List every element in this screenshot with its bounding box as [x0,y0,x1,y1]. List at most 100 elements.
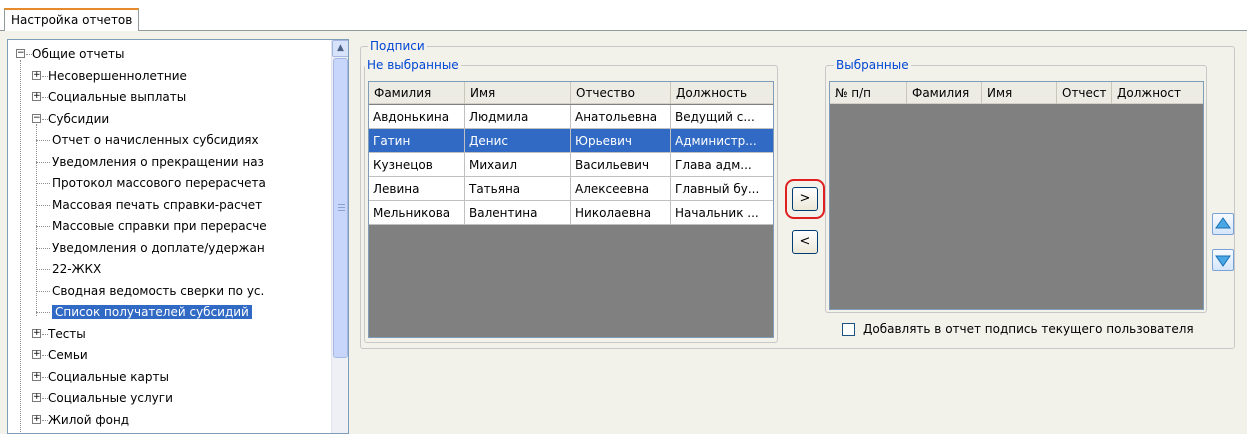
tree-connector [36,247,50,249]
tree-node-label: Список получателей субсидий [52,305,252,319]
tree-node[interactable]: Тесты [48,324,86,344]
table-row[interactable]: Мельникова Валентина Николаевна Начальник .… [369,201,773,225]
tree-node[interactable]: Протокол массового перерасчета [52,173,266,193]
tree-node[interactable]: Семьи [48,345,88,365]
expand-icon[interactable]: + [32,328,41,338]
column-header[interactable]: Должность [671,82,773,104]
table-cell: Главный бу... [671,177,773,201]
tree-node-label: Общие отчеты [32,47,125,61]
tree-node[interactable]: Социальные выплаты [48,87,186,107]
column-header[interactable]: Отчест [1057,82,1112,104]
table-cell: Юрьевич [571,129,671,153]
expand-icon[interactable]: + [32,393,41,402]
tree-node[interactable]: Массовые справки при перерасче [52,216,267,236]
table-cell: Авдонькина [369,105,465,129]
tree-node[interactable]: Жилой фонд [48,410,129,430]
table-cell: Николаевна [571,201,671,225]
tree-node[interactable]: Социальные карты [48,367,169,387]
selected-grid[interactable]: № п/п Фамилия Имя Отчест Должност [829,81,1204,310]
unselected-grid[interactable]: Фамилия Имя Отчество Должность Авдонькин… [368,81,774,338]
expand-icon[interactable]: + [32,371,41,381]
tree-guide [36,124,37,316]
column-header[interactable]: Должност [1112,82,1203,104]
table-row[interactable]: Гатин Денис Юрьевич Администр... [369,129,773,153]
expand-icon[interactable]: + [32,92,41,101]
tree-node-label: Сводная ведомость сверки по ус. [52,283,265,298]
table-cell: Татьяна [465,177,571,201]
add-current-user-label[interactable]: Добавлять в отчет подпись текущего польз… [863,322,1194,336]
tree-node-label: Отчет о начисленных субсидиях [52,133,259,147]
tree-node-label: Тесты [48,326,86,341]
table-row[interactable]: Левина Татьяна Алексеевна Главный бу... [369,177,773,201]
unselected-grid-header: Фамилия Имя Отчество Должность [369,82,773,104]
tree-node[interactable]: Сводная ведомость сверки по ус. [52,281,264,301]
table-cell: Кузнецов [369,153,465,177]
tree-node-label: Семьи [48,348,88,362]
tree-scrollbar[interactable]: ▲ [331,40,348,433]
tab-strip: Настройка отчетов [0,0,1247,32]
column-header[interactable]: Имя [982,82,1057,104]
table-cell: Ведущий с... [671,105,773,129]
expand-icon[interactable]: + [32,414,41,424]
table-cell: Денис [465,129,571,153]
tree-node[interactable]: Уведомления о доплате/удержан [52,238,265,258]
unselected-group-title: Не выбранные [365,58,461,72]
column-header[interactable]: Отчество [571,82,671,104]
table-cell: Мельникова [369,201,465,225]
selected-group-title: Выбранные [834,58,911,72]
column-header[interactable]: № п/п [830,82,907,104]
move-up-button[interactable] [1212,213,1234,235]
report-tree[interactable]: − Общие отчеты + Несовершеннолетние + Социаль… [7,39,349,434]
tree-connector [36,161,50,163]
tree-node-label: Уведомления о доплате/удержан [52,240,265,255]
collapse-icon[interactable]: − [32,113,41,123]
tree-node[interactable]: Список получателей субсидий [52,302,252,322]
tree-node[interactable]: Несовершеннолетние [48,66,187,86]
table-cell: Анатольевна [571,105,671,129]
expand-icon[interactable]: + [32,70,41,80]
tree-node[interactable]: Уведомления о прекращении наз [52,152,264,172]
selected-grid-header: № п/п Фамилия Имя Отчест Должност [830,82,1203,104]
tree-connector [36,204,50,206]
column-header[interactable]: Фамилия [907,82,982,104]
tree-node[interactable]: Субсидии [48,109,109,129]
tab-page: − Общие отчеты + Несовершеннолетние + Социаль… [0,31,1247,434]
scroll-up-icon[interactable]: ▲ [332,40,348,57]
table-cell: Михаил [465,153,571,177]
triangle-up-icon [1215,217,1231,229]
tree-node-label: Социальные выплаты [48,90,187,104]
tree-node[interactable]: Отчет о начисленных субсидиях [52,130,259,150]
tab-report-settings[interactable]: Настройка отчетов [4,8,140,32]
grip-icon [338,204,345,213]
tree-node[interactable]: Массовая печать справки-расчет [52,195,262,215]
tree-node-label: 22-ЖКХ [52,262,102,276]
tree-node[interactable]: 22-ЖКХ [52,259,101,279]
expand-icon[interactable]: + [32,350,41,359]
move-down-button[interactable] [1212,249,1234,271]
report-settings-window: Настройка отчетов − Общие отчеты + Несоверш… [0,0,1247,434]
add-current-user-checkbox[interactable] [842,323,855,336]
tree-node-label: Социальные услуги [48,391,173,405]
tree-node-label: Социальные карты [48,369,169,384]
tree-node[interactable]: Общие отчеты [32,44,124,64]
scroll-thumb[interactable] [333,58,348,358]
table-cell: Начальник ... [671,201,773,225]
table-cell: Алексеевна [571,177,671,201]
tree-connector [36,226,50,227]
tree-node-label: Протокол массового перерасчета [52,176,266,190]
table-cell: Левина [369,177,465,201]
table-row[interactable]: Кузнецов Михаил Васильевич Глава адм... [369,153,773,177]
report-tree-content: − Общие отчеты + Несовершеннолетние + Социаль… [8,40,333,433]
triangle-down-icon [1215,255,1231,267]
move-left-button[interactable]: < [792,230,818,254]
table-row[interactable]: Авдонькина Людмила Анатольевна Ведущий с... [369,105,773,129]
column-header[interactable]: Имя [465,82,571,104]
tree-connector [36,183,50,184]
tree-connector [36,140,50,141]
tree-connector [36,290,50,292]
tree-node[interactable]: Социальные услуги [48,388,173,408]
collapse-icon[interactable]: − [16,49,25,58]
move-right-button[interactable]: > [792,187,818,211]
column-header[interactable]: Фамилия [369,82,465,104]
tree-connector [36,312,50,313]
